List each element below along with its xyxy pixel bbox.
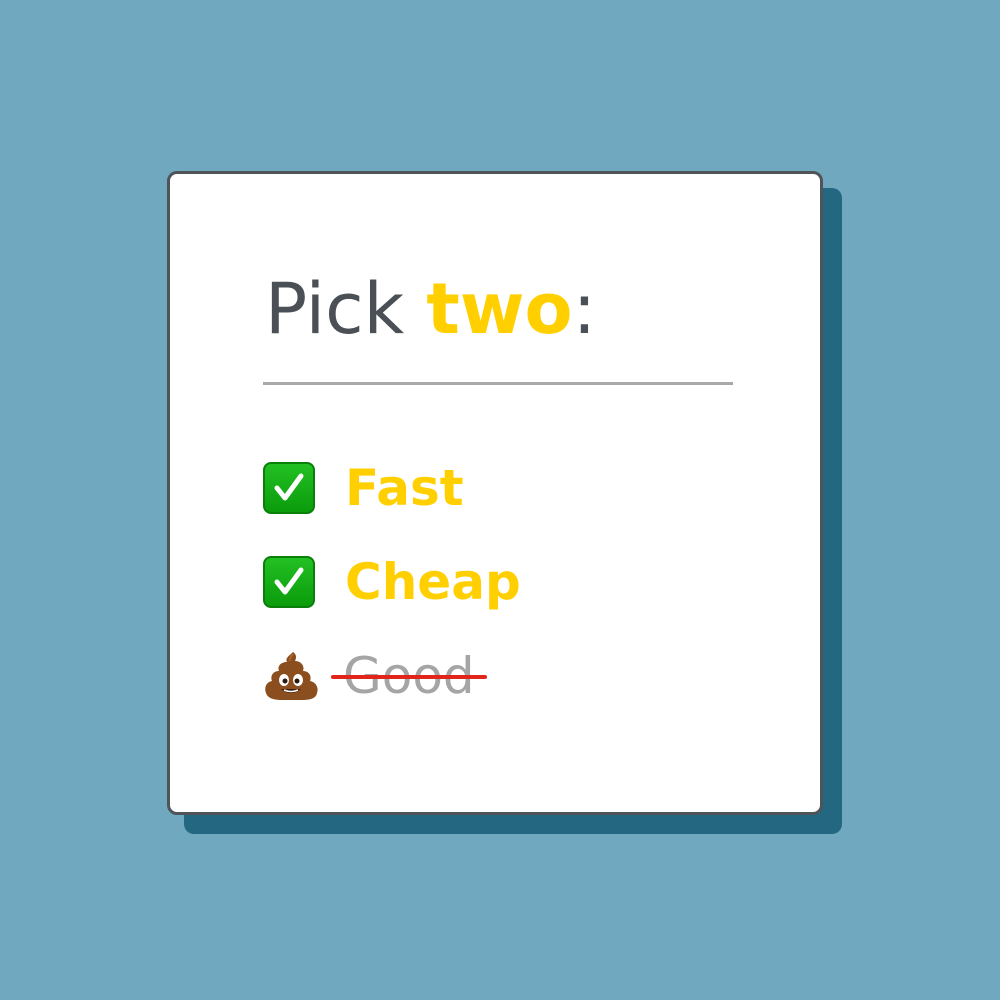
item-label-fast: Fast [345, 459, 464, 517]
check-mark-button-icon [263, 556, 315, 608]
pick-two-card: Pick two: Fast Cheap Good [167, 171, 823, 815]
list-item-cheap: Cheap [263, 552, 521, 612]
heading-accent: two [426, 268, 573, 350]
heading-divider [263, 382, 733, 385]
heading-suffix: : [572, 268, 597, 350]
list-item-good: Good [263, 646, 487, 706]
check-mark-button-icon [263, 462, 315, 514]
card-heading: Pick two: [265, 269, 596, 349]
pile-of-poo-icon [263, 648, 319, 704]
item-label-cheap: Cheap [345, 553, 521, 611]
heading-prefix: Pick [265, 268, 427, 350]
item-label-good: Good [331, 646, 487, 706]
strikethrough-line [331, 675, 487, 679]
list-item-fast: Fast [263, 458, 464, 518]
